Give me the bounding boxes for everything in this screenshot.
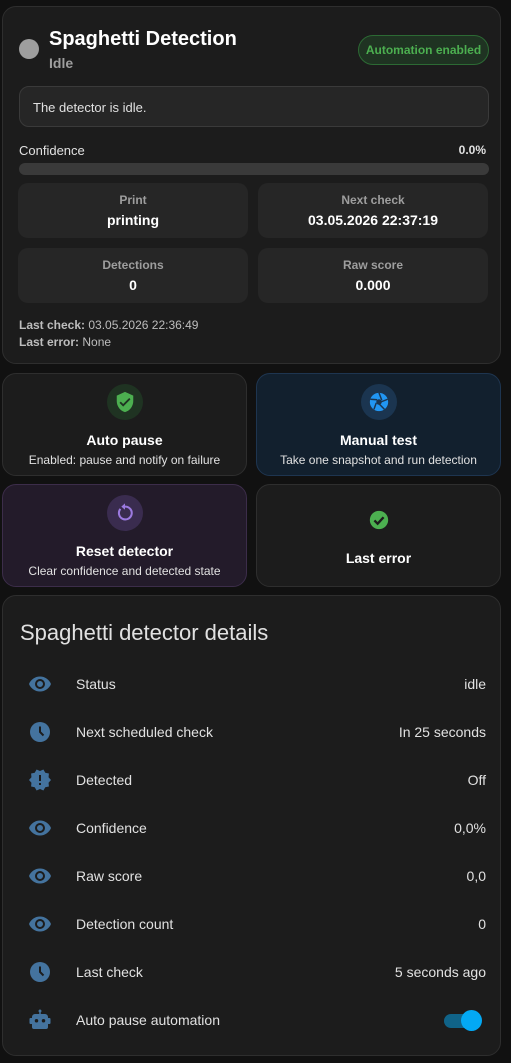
detector-status-card: Spaghetti Detection Idle Automation enab…	[2, 6, 501, 364]
entity-row-status[interactable]: Status idle	[3, 660, 500, 708]
stat-value: 03.05.2026 22:37:19	[308, 212, 438, 228]
shield-check-icon	[106, 384, 143, 420]
entity-value: idle	[464, 676, 486, 692]
entity-value: 0,0	[466, 868, 486, 884]
stat-label: Print	[119, 193, 147, 207]
entity-label: Auto pause automation	[76, 1012, 220, 1028]
entity-row-detected[interactable]: Detected Off	[3, 756, 500, 804]
last-error-label: Last error:	[19, 335, 80, 349]
confidence-label: Confidence	[19, 143, 85, 158]
eye-icon	[29, 820, 51, 836]
robot-icon	[29, 1009, 51, 1029]
detector-details-card: Spaghetti detector details Status idle N…	[2, 595, 501, 1056]
tile-name: Manual test	[339, 432, 417, 448]
alert-decagram-icon	[29, 769, 51, 791]
manual-test-tile[interactable]: Manual test Take one snapshot and run de…	[256, 373, 501, 476]
entity-value: In 25 seconds	[398, 724, 486, 740]
stat-value: printing	[106, 212, 160, 228]
auto-pause-tile[interactable]: Auto pause Enabled: pause and notify on …	[2, 373, 247, 476]
details-title: Spaghetti detector details	[20, 620, 269, 645]
entity-value: Off	[467, 772, 486, 788]
stat-print: Print printing	[18, 183, 248, 238]
camera-shutter-icon	[360, 384, 397, 420]
tile-name: Last error	[345, 550, 412, 566]
eye-icon	[29, 916, 51, 932]
status-indicator-icon	[19, 39, 39, 59]
entity-label: Detection count	[76, 916, 174, 932]
confidence-bar	[19, 163, 489, 175]
entity-label: Status	[76, 676, 116, 692]
tile-secondary: Clear confidence and detected state	[28, 564, 221, 578]
reset-detector-tile[interactable]: Reset detector Clear confidence and dete…	[2, 484, 247, 587]
clock-icon	[30, 722, 50, 742]
card-title: Spaghetti Detection	[49, 28, 237, 50]
entity-label: Next scheduled check	[76, 724, 213, 740]
restart-icon	[106, 495, 143, 531]
entity-row-detection-count[interactable]: Detection count 0	[3, 900, 500, 948]
tile-secondary: Take one snapshot and run detection	[280, 453, 477, 467]
confidence-value: 0.0%	[458, 143, 486, 157]
last-check-value: 03.05.2026 22:36:49	[88, 318, 199, 332]
last-error-tile[interactable]: Last error	[256, 484, 501, 587]
last-error-meta: Last error: None	[19, 335, 111, 349]
entity-value: 0	[478, 916, 486, 932]
entity-value: 0,0%	[454, 820, 486, 836]
entity-row-auto-pause-automation: Auto pause automation	[3, 996, 500, 1044]
stat-value: 0.000	[355, 277, 391, 293]
toggle-thumb	[461, 1010, 482, 1031]
entity-label: Last check	[76, 964, 143, 980]
status-message: The detector is idle.	[19, 86, 489, 127]
entity-row-raw-score[interactable]: Raw score 0,0	[3, 852, 500, 900]
auto-pause-toggle[interactable]	[444, 1010, 482, 1031]
entity-row-next-scheduled-check[interactable]: Next scheduled check In 25 seconds	[3, 708, 500, 756]
entity-row-confidence[interactable]: Confidence 0,0%	[3, 804, 500, 852]
stat-raw-score: Raw score 0.000	[258, 248, 488, 303]
check-circle-icon	[361, 502, 397, 538]
entity-label: Confidence	[76, 820, 147, 836]
automation-status-badge: Automation enabled	[358, 35, 489, 65]
clock-icon	[30, 962, 50, 982]
stat-value: 0	[129, 277, 137, 293]
eye-icon	[29, 676, 51, 692]
stat-label: Detections	[102, 258, 164, 272]
last-check-label: Last check:	[19, 318, 86, 332]
tile-name: Reset detector	[75, 543, 174, 559]
tile-name: Auto pause	[86, 432, 163, 448]
entity-row-last-check[interactable]: Last check 5 seconds ago	[3, 948, 500, 996]
stat-detections: Detections 0	[18, 248, 248, 303]
entity-value: 5 seconds ago	[394, 964, 486, 980]
stat-label: Next check	[341, 193, 405, 207]
entity-label: Raw score	[76, 868, 143, 884]
tile-secondary: Enabled: pause and notify on failure	[28, 453, 221, 467]
last-check-meta: Last check: 03.05.2026 22:36:49	[19, 318, 198, 332]
stat-next-check: Next check 03.05.2026 22:37:19	[258, 183, 488, 238]
stat-label: Raw score	[342, 258, 404, 272]
detector-state: Idle	[49, 55, 74, 71]
entity-label: Detected	[76, 772, 133, 788]
eye-icon	[29, 868, 51, 884]
last-error-value: None	[82, 335, 112, 349]
